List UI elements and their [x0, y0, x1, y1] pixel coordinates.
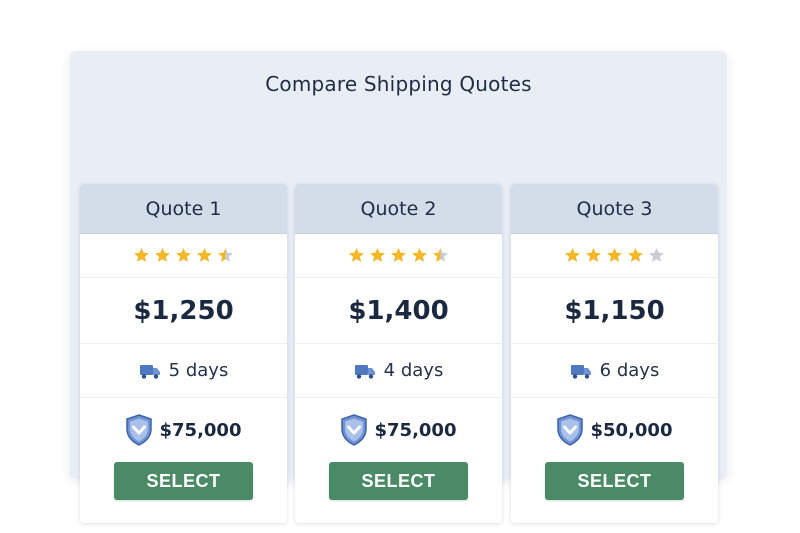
- star-icon: [565, 247, 580, 262]
- truck-icon: [139, 364, 160, 379]
- star-icon: [176, 247, 191, 262]
- select-button[interactable]: SELECT: [545, 462, 684, 500]
- star-icon: [197, 247, 212, 262]
- quote-card-2: Quote 2 $1,400 4 days $75,000 SELECT: [295, 184, 502, 523]
- shield-icon: [556, 414, 583, 446]
- rating-row: [80, 234, 287, 278]
- truck-icon: [354, 364, 375, 379]
- insurance-row: $75,000: [80, 398, 287, 462]
- star-icon: [391, 247, 406, 262]
- delivery-time: 4 days: [383, 360, 444, 381]
- quote-cards: Quote 1 $1,250 5 days $75,000 SELECT Quo…: [70, 51, 727, 523]
- select-button[interactable]: SELECT: [114, 462, 253, 500]
- star-rating: [347, 246, 450, 265]
- star-icon: [134, 247, 149, 262]
- price: $1,250: [80, 278, 287, 344]
- star-icon: [349, 247, 364, 262]
- quote-name: Quote 1: [80, 184, 287, 234]
- quote-name: Quote 2: [295, 184, 502, 234]
- delivery-time: 5 days: [168, 360, 229, 381]
- delivery-time: 6 days: [599, 360, 660, 381]
- insurance-row: $75,000: [295, 398, 502, 462]
- insurance-row: $50,000: [511, 398, 718, 462]
- shield-icon: [340, 414, 367, 446]
- star-icon: [586, 247, 601, 262]
- star-icon: [370, 247, 385, 262]
- insurance-amount: $50,000: [590, 419, 673, 441]
- insurance-amount: $75,000: [159, 419, 242, 441]
- delivery-row: 6 days: [511, 344, 718, 398]
- star-rating: [563, 246, 666, 265]
- star-rating: [132, 246, 235, 265]
- star-icon: [607, 247, 622, 262]
- truck-icon: [570, 364, 591, 379]
- insurance-amount: $75,000: [374, 419, 457, 441]
- compare-panel: Compare Shipping Quotes Quote 1 $1,250 5…: [70, 51, 727, 523]
- rating-row: [511, 234, 718, 278]
- price: $1,150: [511, 278, 718, 344]
- quote-card-1: Quote 1 $1,250 5 days $75,000 SELECT: [80, 184, 287, 523]
- rating-row: [295, 234, 502, 278]
- price: $1,400: [295, 278, 502, 344]
- quote-name: Quote 3: [511, 184, 718, 234]
- shield-icon: [125, 414, 152, 446]
- star-icon: [218, 247, 233, 262]
- star-icon: [649, 247, 664, 262]
- select-button[interactable]: SELECT: [329, 462, 468, 500]
- quote-card-3: Quote 3 $1,150 6 days $50,000 SELECT: [511, 184, 718, 523]
- star-icon: [412, 247, 427, 262]
- star-icon: [433, 247, 448, 262]
- delivery-row: 5 days: [80, 344, 287, 398]
- star-icon: [155, 247, 170, 262]
- star-icon: [628, 247, 643, 262]
- delivery-row: 4 days: [295, 344, 502, 398]
